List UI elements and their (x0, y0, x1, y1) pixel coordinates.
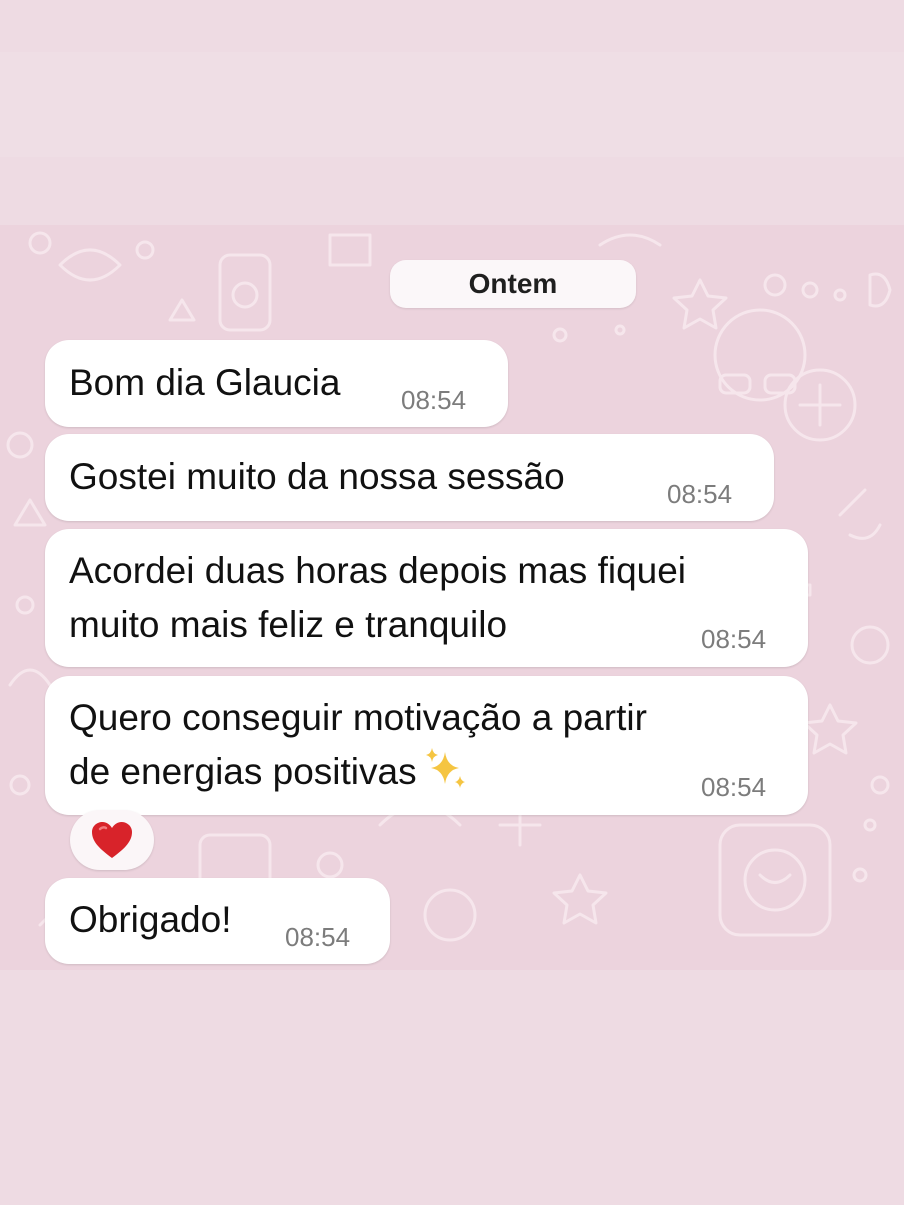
reaction-badge[interactable] (70, 810, 154, 870)
sparkles-icon (425, 748, 465, 788)
message-time: 08:54 (701, 772, 767, 802)
top-band (0, 52, 904, 157)
message-time: 08:54 (285, 922, 351, 952)
message-bubble[interactable]: Acordei duas horas depois mas fiquei mui… (45, 529, 808, 667)
message-text: Bom dia Glaucia (69, 362, 341, 403)
message-text: Gostei muito da nossa sessão (69, 456, 565, 497)
message-time: 08:54 (667, 479, 733, 509)
message-time: 08:54 (401, 385, 467, 415)
message-text-line-2-wrap: de energias positivas (69, 744, 469, 799)
message-text-line-2: muito mais feliz e tranquilo (69, 604, 508, 645)
message-bubble[interactable]: Quero conseguir motivação a partir de en… (45, 676, 808, 815)
heart-icon (92, 822, 132, 858)
message-bubble[interactable]: Obrigado! 08:54 (45, 878, 390, 964)
message-time: 08:54 (701, 624, 767, 654)
message-text-line-2: de energias positivas (69, 751, 417, 792)
chat-area[interactable]: Ontem Bom dia Glaucia 08:54 Gostei muito… (0, 225, 904, 970)
message-text-line-1: Quero conseguir motivação a partir (69, 697, 647, 738)
message-text: Obrigado! (69, 899, 232, 940)
date-chip: Ontem (390, 260, 636, 308)
message-text-line-1: Acordei duas horas depois mas fiquei (69, 550, 687, 591)
page: Ontem Bom dia Glaucia 08:54 Gostei muito… (0, 0, 904, 1205)
message-bubble[interactable]: Gostei muito da nossa sessão 08:54 (45, 434, 774, 521)
message-bubble[interactable]: Bom dia Glaucia 08:54 (45, 340, 508, 427)
